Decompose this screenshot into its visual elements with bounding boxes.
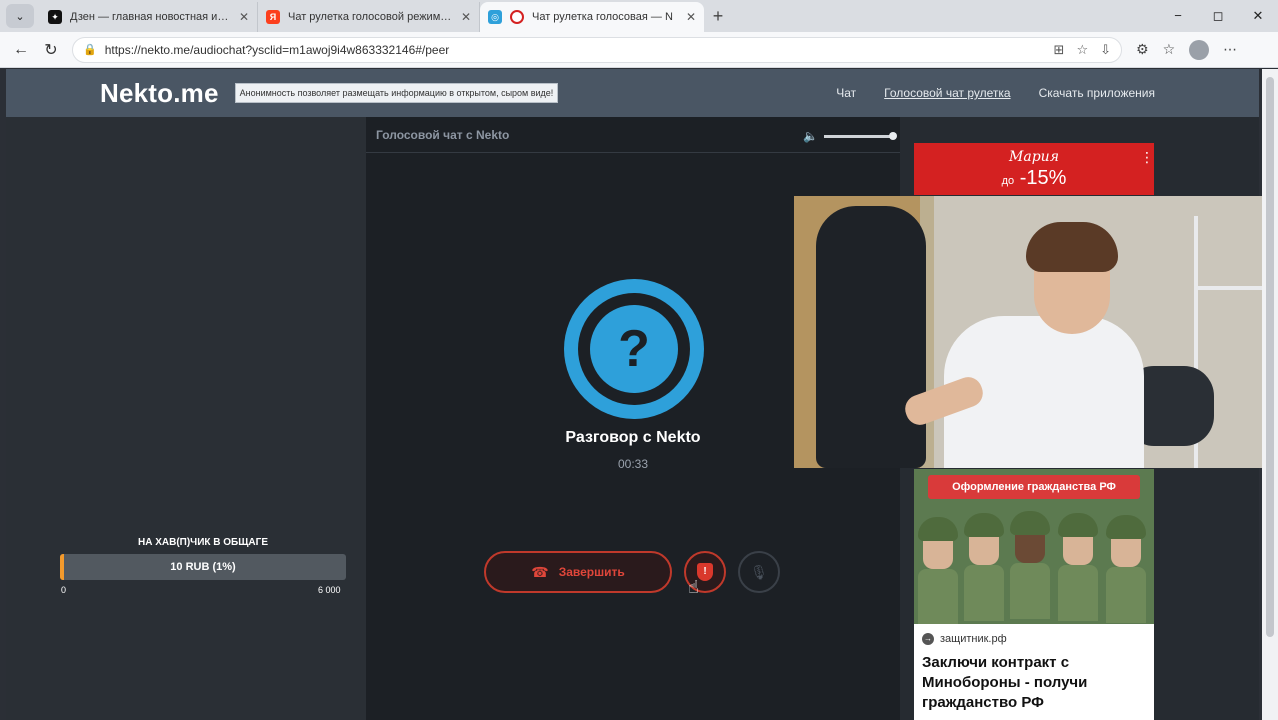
tab-dzen[interactable]: ✦ Дзен — главная новостная инфо ✕ [40, 2, 258, 32]
ad-discount: до -15% [914, 167, 1154, 190]
maximize-button[interactable]: ◻ [1198, 8, 1238, 24]
tab-title: Чат рулетка голосовая — N [532, 11, 673, 23]
end-call-button[interactable]: ☎ Завершить [484, 551, 672, 593]
tab-list-button[interactable]: ⌄ [6, 4, 34, 28]
minimize-button[interactable]: − [1158, 8, 1198, 24]
cursor-icon: ☝ [688, 577, 699, 597]
ad-card-bottom[interactable]: Оформление гражданства РФ → защитник.рф … [914, 469, 1154, 720]
end-call-label: Завершить [558, 565, 625, 579]
ad-headline: Заключи контракт с Минобороны - получи г… [922, 654, 1088, 711]
donation-amount: 10 RUB (1%) [170, 561, 236, 573]
hangup-icon: ☎ [531, 563, 549, 580]
address-bar-row: ← ↻ 🔒 https://nekto.me/audiochat?ysclid=… [0, 32, 1278, 68]
tab-nekto[interactable]: ◎ Чат рулетка голосовая — N ✕ [480, 2, 704, 32]
new-tab-button[interactable]: + [704, 6, 732, 27]
download-icon[interactable]: ⇩ [1100, 42, 1111, 58]
ad-image-banner: Оформление гражданства РФ [928, 475, 1140, 499]
yandex-icon: Я [266, 10, 280, 24]
tab-title: Чат рулетка голосовой режим — [288, 11, 453, 23]
nav-voice-chat[interactable]: Голосовой чат рулетка [884, 86, 1010, 100]
tab-title: Дзен — главная новостная инфо [70, 11, 231, 23]
arrow-icon: → [922, 633, 934, 645]
ad-brand: Мария [1009, 149, 1059, 165]
ad-image: Оформление гражданства РФ [914, 469, 1154, 624]
volume-track[interactable] [824, 131, 897, 140]
ad-banner-top[interactable]: Мария до -15% ⋮ [914, 143, 1154, 195]
donation-min: 0 [61, 585, 67, 595]
webcam-overlay [794, 196, 1278, 468]
volume-knob[interactable] [889, 131, 897, 140]
scrollbar-thumb[interactable] [1266, 77, 1274, 637]
volume-icon: 🔈 [803, 129, 818, 143]
nav-download[interactable]: Скачать приложения [1039, 86, 1155, 100]
favorites-icon[interactable]: ☆ [1163, 41, 1176, 58]
left-panel: НА ХАВ(П)ЧИК В ОБЩАГЕ 10 RUB (1%) 0 6 00… [6, 117, 366, 720]
site-nav: Чат Голосовой чат рулетка Скачать прилож… [836, 86, 1155, 100]
window-controls: − ◻ ✕ [1158, 8, 1278, 24]
close-icon[interactable]: ✕ [461, 10, 471, 24]
mute-button[interactable]: 🎙 [738, 551, 780, 593]
dzen-icon: ✦ [48, 10, 62, 24]
donation-progress-bar: 10 RUB (1%) [60, 554, 346, 580]
donation-max: 6 000 [318, 585, 341, 595]
microphone-icon: 🎙 [750, 563, 768, 580]
voice-chat-header: Голосовой чат с Nekto 🔈 [366, 117, 900, 153]
ad-discount-value: -15% [1019, 167, 1067, 189]
ad-source-label: защитник.рф [940, 633, 1007, 645]
url-field[interactable]: 🔒 https://nekto.me/audiochat?ysclid=m1aw… [72, 36, 1122, 63]
profile-avatar[interactable] [1189, 39, 1210, 60]
nekto-icon: ◎ [488, 10, 502, 24]
back-icon[interactable]: ← [6, 41, 36, 59]
url-text: https://nekto.me/audiochat?ysclid=m1awoj… [104, 42, 450, 57]
close-icon[interactable]: ✕ [239, 10, 249, 24]
shield-icon: ! [697, 563, 713, 581]
site-logo[interactable]: Nekto.me [100, 78, 219, 109]
nav-chat[interactable]: Чат [836, 86, 856, 100]
question-mark-icon: ? [590, 305, 678, 393]
lock-icon: 🔒 [83, 44, 97, 56]
voice-chat-title: Голосовой чат с Nekto [376, 127, 510, 142]
extensions-icon[interactable]: ⚙ [1136, 41, 1149, 58]
reload-icon[interactable]: ↻ [36, 40, 66, 60]
tab-yandex[interactable]: Я Чат рулетка голосовой режим — ✕ [258, 2, 480, 32]
close-icon[interactable]: ✕ [686, 10, 696, 24]
ad-discount-prefix: до [1001, 175, 1015, 187]
page-scrollbar[interactable] [1262, 69, 1278, 720]
ad-menu-icon[interactable]: ⋮ [1140, 149, 1154, 166]
star-icon[interactable]: ☆ [1076, 42, 1088, 58]
partner-avatar: ? [564, 279, 704, 419]
recording-icon [510, 10, 524, 24]
site-header: Nekto.me Анонимность позволяет размещать… [6, 69, 1259, 117]
close-window-button[interactable]: ✕ [1238, 8, 1278, 24]
ad-source: → защитник.рф [922, 633, 1007, 645]
more-icon[interactable]: ⋯ [1223, 41, 1237, 58]
donation-goal-title: НА ХАВ(П)ЧИК В ОБЩАГЕ [138, 537, 268, 548]
volume-slider[interactable]: 🔈 [803, 129, 897, 143]
apps-icon[interactable]: ⊞ [1054, 42, 1065, 58]
browser-tabbar: ⌄ ✦ Дзен — главная новостная инфо ✕ Я Ча… [0, 0, 1278, 32]
anonymity-notice: Анонимность позволяет размещать информац… [234, 83, 559, 103]
